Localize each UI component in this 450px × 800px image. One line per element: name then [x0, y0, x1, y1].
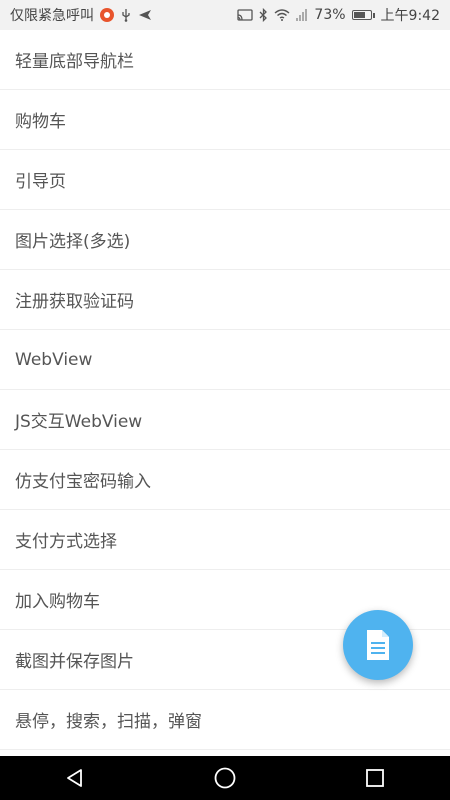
list-item[interactable]: 图片选择(多选)	[0, 210, 450, 270]
list-item[interactable]: 支付方式选择	[0, 510, 450, 570]
list-item-label: 仿支付宝密码输入	[15, 472, 151, 492]
fab-document-button[interactable]	[343, 610, 413, 680]
battery-percent: 73%	[314, 7, 346, 23]
app-screen: 仅限紧急呼叫 73% 上午9:42 轻量底部导航栏 购物车 引导页 图片选择(多…	[0, 0, 450, 800]
recents-icon	[366, 769, 384, 787]
list-item[interactable]: 注册获取验证码	[0, 270, 450, 330]
status-bar: 仅限紧急呼叫 73% 上午9:42	[0, 0, 450, 30]
battery-tip	[372, 12, 375, 18]
list-item-label: 轻量底部导航栏	[15, 52, 134, 72]
weibo-icon	[100, 8, 114, 22]
list-item[interactable]: JS交互WebView	[0, 390, 450, 450]
back-button[interactable]	[45, 756, 105, 800]
list-item[interactable]: 引导页	[0, 150, 450, 210]
clock: 上午9:42	[380, 8, 440, 24]
list-item[interactable]: 轻量底部导航栏	[0, 30, 450, 90]
status-right: 73% 上午9:42	[237, 5, 440, 25]
list-item-label: 支付方式选择	[15, 532, 117, 552]
list-item-label: 截图并保存图片	[15, 652, 134, 672]
bluetooth-icon	[259, 8, 268, 22]
recents-button[interactable]	[345, 756, 405, 800]
usb-icon	[120, 8, 132, 22]
list-item[interactable]: 仿支付宝密码输入	[0, 450, 450, 510]
list-item-label: JS交互WebView	[15, 412, 143, 432]
back-icon	[67, 769, 82, 787]
signal-icon	[296, 9, 308, 21]
list-item[interactable]: 购物车	[0, 90, 450, 150]
list-item-label: WebView	[15, 349, 93, 370]
list-item-label: 购物车	[15, 112, 66, 132]
list-item-label: 注册获取验证码	[15, 292, 134, 312]
list-item[interactable]: 悬停，搜索，扫描，弹窗	[0, 690, 450, 750]
home-button[interactable]	[195, 756, 255, 800]
wifi-icon	[274, 9, 290, 21]
carrier-text: 仅限紧急呼叫	[10, 8, 94, 24]
list-item-label: 图片选择(多选)	[15, 232, 131, 252]
list-item[interactable]: WebView	[0, 330, 450, 390]
battery-body	[351, 10, 372, 20]
cast-icon	[237, 9, 254, 21]
send-icon	[138, 9, 152, 21]
system-nav-bar	[0, 756, 450, 800]
list-item-label: 悬停，搜索，扫描，弹窗	[15, 712, 202, 732]
document-icon	[367, 630, 389, 660]
battery-fill	[353, 12, 365, 18]
list-item-label: 引导页	[15, 172, 66, 192]
status-left: 仅限紧急呼叫	[10, 5, 152, 25]
battery-icon	[351, 10, 375, 20]
home-icon	[214, 767, 236, 789]
list-item-label: 加入购物车	[15, 592, 100, 612]
